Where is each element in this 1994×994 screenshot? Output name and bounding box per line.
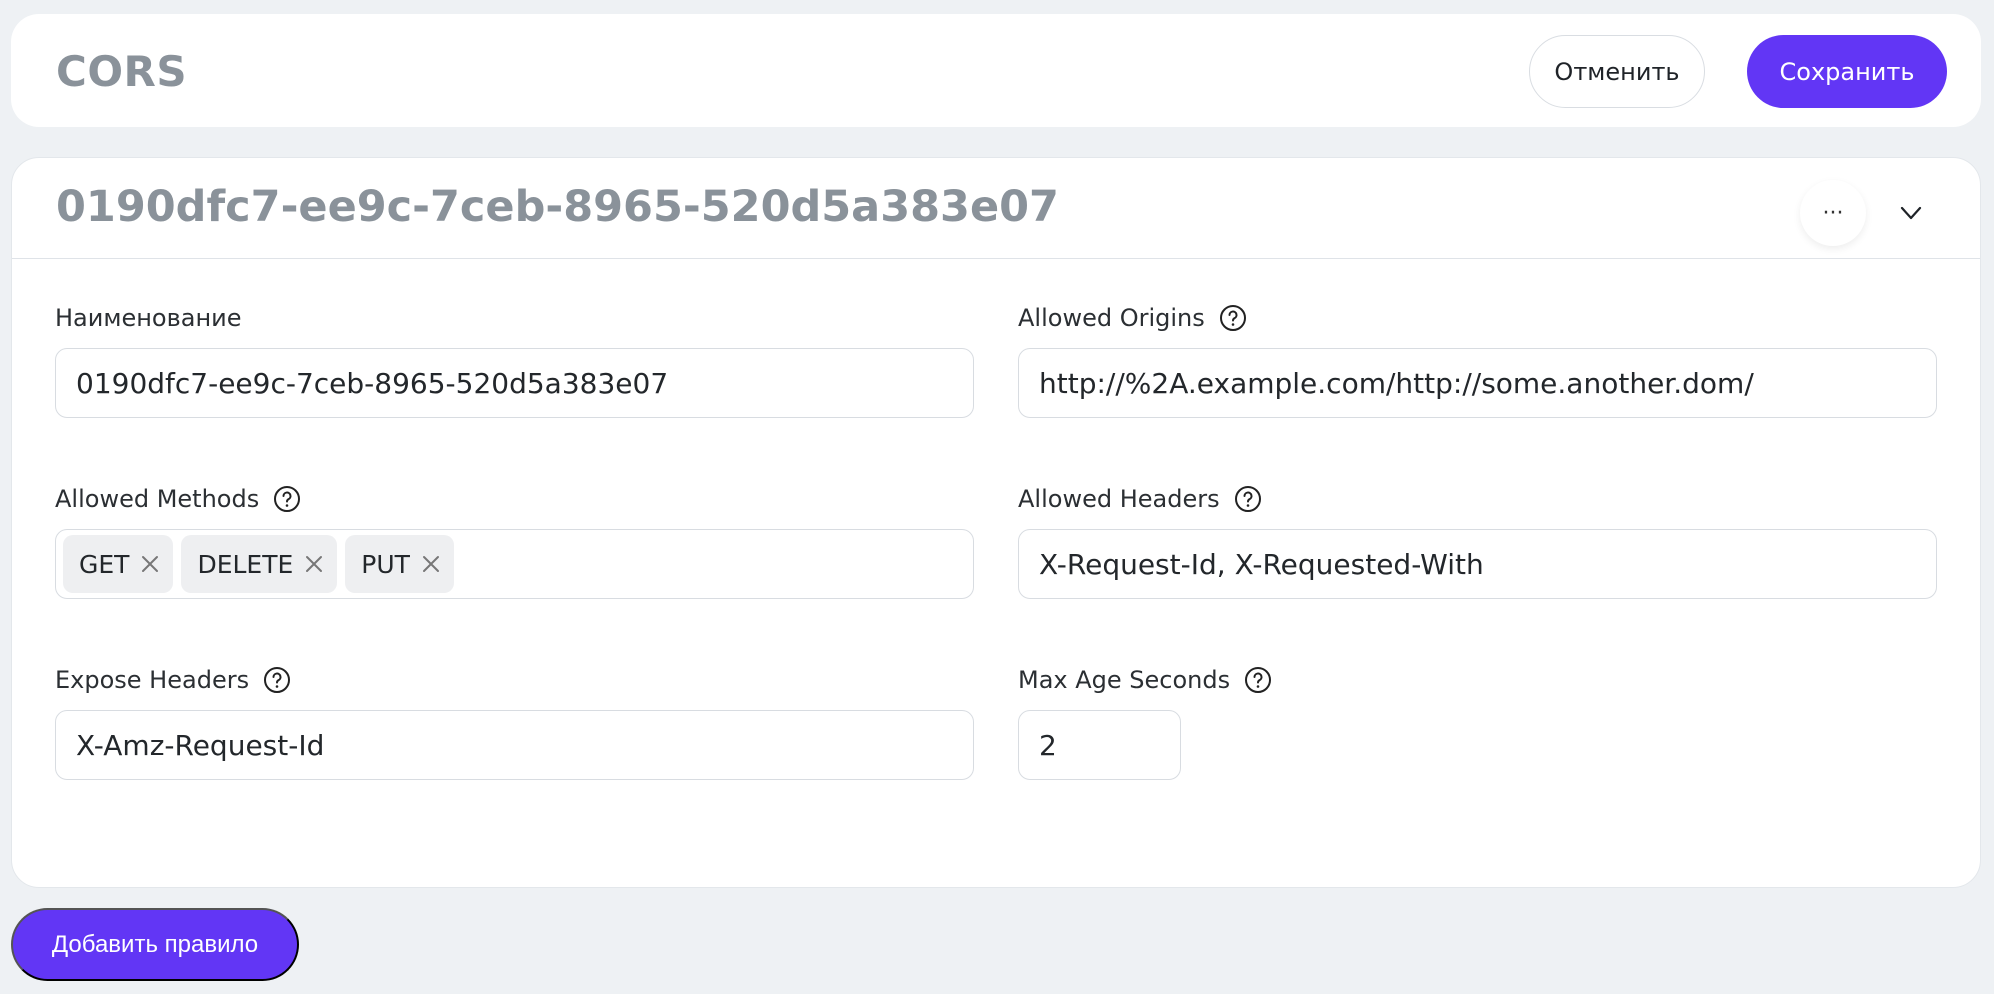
close-icon[interactable] (137, 551, 163, 577)
tag-label: GET (79, 549, 130, 579)
allowed-headers-field: Allowed Headers X-Request-Id, X-Requeste… (1018, 479, 1937, 599)
allowed-headers-input[interactable]: X-Request-Id, X-Requested-With (1018, 529, 1937, 599)
close-icon[interactable] (301, 551, 327, 577)
allowed-origins-label: Allowed Origins (1018, 298, 1937, 338)
help-circle-icon[interactable] (263, 666, 291, 694)
method-tag-get: GET (63, 535, 174, 593)
rule-title: 0190dfc7-ee9c-7ceb-8965-520d5a383e07 (56, 182, 1059, 232)
more-actions-button[interactable]: ··· (1800, 180, 1866, 246)
allowed-headers-label: Allowed Headers (1018, 479, 1937, 519)
allowed-methods-label: Allowed Methods (55, 479, 974, 519)
max-age-seconds-label: Max Age Seconds (1018, 660, 1937, 700)
allowed-methods-select[interactable]: GET DELETE PUT (55, 529, 974, 599)
allowed-methods-label-text: Allowed Methods (55, 485, 260, 513)
more-horizontal-icon: ··· (1822, 200, 1844, 226)
allowed-origins-field: Allowed Origins http://%2A.example.com/h… (1018, 298, 1937, 418)
max-age-seconds-field: Max Age Seconds 2 (1018, 660, 1937, 780)
allowed-origins-input[interactable]: http://%2A.example.com/http://some.anoth… (1018, 348, 1937, 418)
card-divider (12, 258, 1980, 259)
expose-headers-label-text: Expose Headers (55, 666, 250, 694)
allowed-headers-label-text: Allowed Headers (1018, 485, 1220, 513)
name-field: Наименование 0190dfc7-ee9c-7ceb-8965-520… (55, 298, 974, 418)
expose-headers-label: Expose Headers (55, 660, 974, 700)
cancel-button[interactable]: Отменить (1529, 35, 1705, 108)
method-tag-put: PUT (345, 535, 454, 593)
close-icon[interactable] (418, 551, 444, 577)
max-age-seconds-label-text: Max Age Seconds (1018, 666, 1231, 694)
name-input[interactable]: 0190dfc7-ee9c-7ceb-8965-520d5a383e07 (55, 348, 974, 418)
tag-label: PUT (361, 549, 410, 579)
help-circle-icon[interactable] (273, 485, 301, 513)
name-label-text: Наименование (55, 304, 242, 332)
add-rule-button[interactable]: Добавить правило (11, 908, 299, 981)
help-circle-icon[interactable] (1244, 666, 1272, 694)
tag-label: DELETE (197, 549, 294, 579)
page-title: CORS (56, 47, 188, 96)
help-circle-icon[interactable] (1234, 485, 1262, 513)
chevron-down-icon (1900, 206, 1922, 220)
page-header: CORS Отменить Сохранить (11, 14, 1981, 127)
expose-headers-input[interactable]: X-Amz-Request-Id (55, 710, 974, 780)
rule-actions: ··· (1800, 180, 1928, 246)
method-tag-delete: DELETE (181, 535, 338, 593)
allowed-methods-field: Allowed Methods GET DELETE PUT (55, 479, 974, 599)
max-age-seconds-input[interactable]: 2 (1018, 710, 1181, 780)
expose-headers-field: Expose Headers X-Amz-Request-Id (55, 660, 974, 780)
save-button[interactable]: Сохранить (1747, 35, 1947, 108)
help-circle-icon[interactable] (1219, 304, 1247, 332)
cors-rule-card: 0190dfc7-ee9c-7ceb-8965-520d5a383e07 ···… (11, 157, 1981, 888)
allowed-origins-label-text: Allowed Origins (1018, 304, 1205, 332)
name-label: Наименование (55, 298, 974, 338)
collapse-button[interactable] (1894, 196, 1928, 230)
